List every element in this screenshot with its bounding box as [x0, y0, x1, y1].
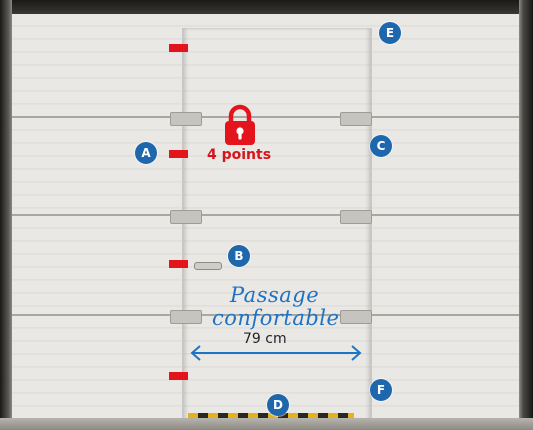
marker-b: B — [228, 245, 250, 267]
locking-point-marker — [169, 150, 188, 158]
locking-point-marker — [169, 44, 188, 52]
door-frame-left — [0, 0, 12, 430]
hinge — [340, 112, 372, 126]
marker-a: A — [135, 142, 157, 164]
door-frame-right — [519, 0, 533, 430]
locking-point-marker — [169, 372, 188, 380]
hinge — [170, 310, 202, 324]
marker-f: F — [370, 379, 392, 401]
marker-e: E — [379, 22, 401, 44]
locking-point-marker — [169, 260, 188, 268]
lock-points-label: 4 points — [207, 147, 272, 163]
garage-door-photo: 4 points A B C D E F Passage confortable… — [0, 0, 533, 430]
passage-label-line1: Passage — [230, 283, 320, 307]
door-frame-top — [0, 0, 533, 14]
hinge — [170, 112, 202, 126]
marker-c: C — [370, 135, 392, 157]
door-handle — [194, 262, 222, 270]
padlock-icon — [225, 104, 255, 145]
hinge — [170, 210, 202, 224]
width-arrow-icon — [190, 345, 362, 361]
hinge — [340, 310, 372, 324]
floor — [0, 418, 533, 430]
hinge — [340, 210, 372, 224]
marker-d: D — [267, 394, 289, 416]
passage-label-line2: confortable — [212, 306, 340, 330]
